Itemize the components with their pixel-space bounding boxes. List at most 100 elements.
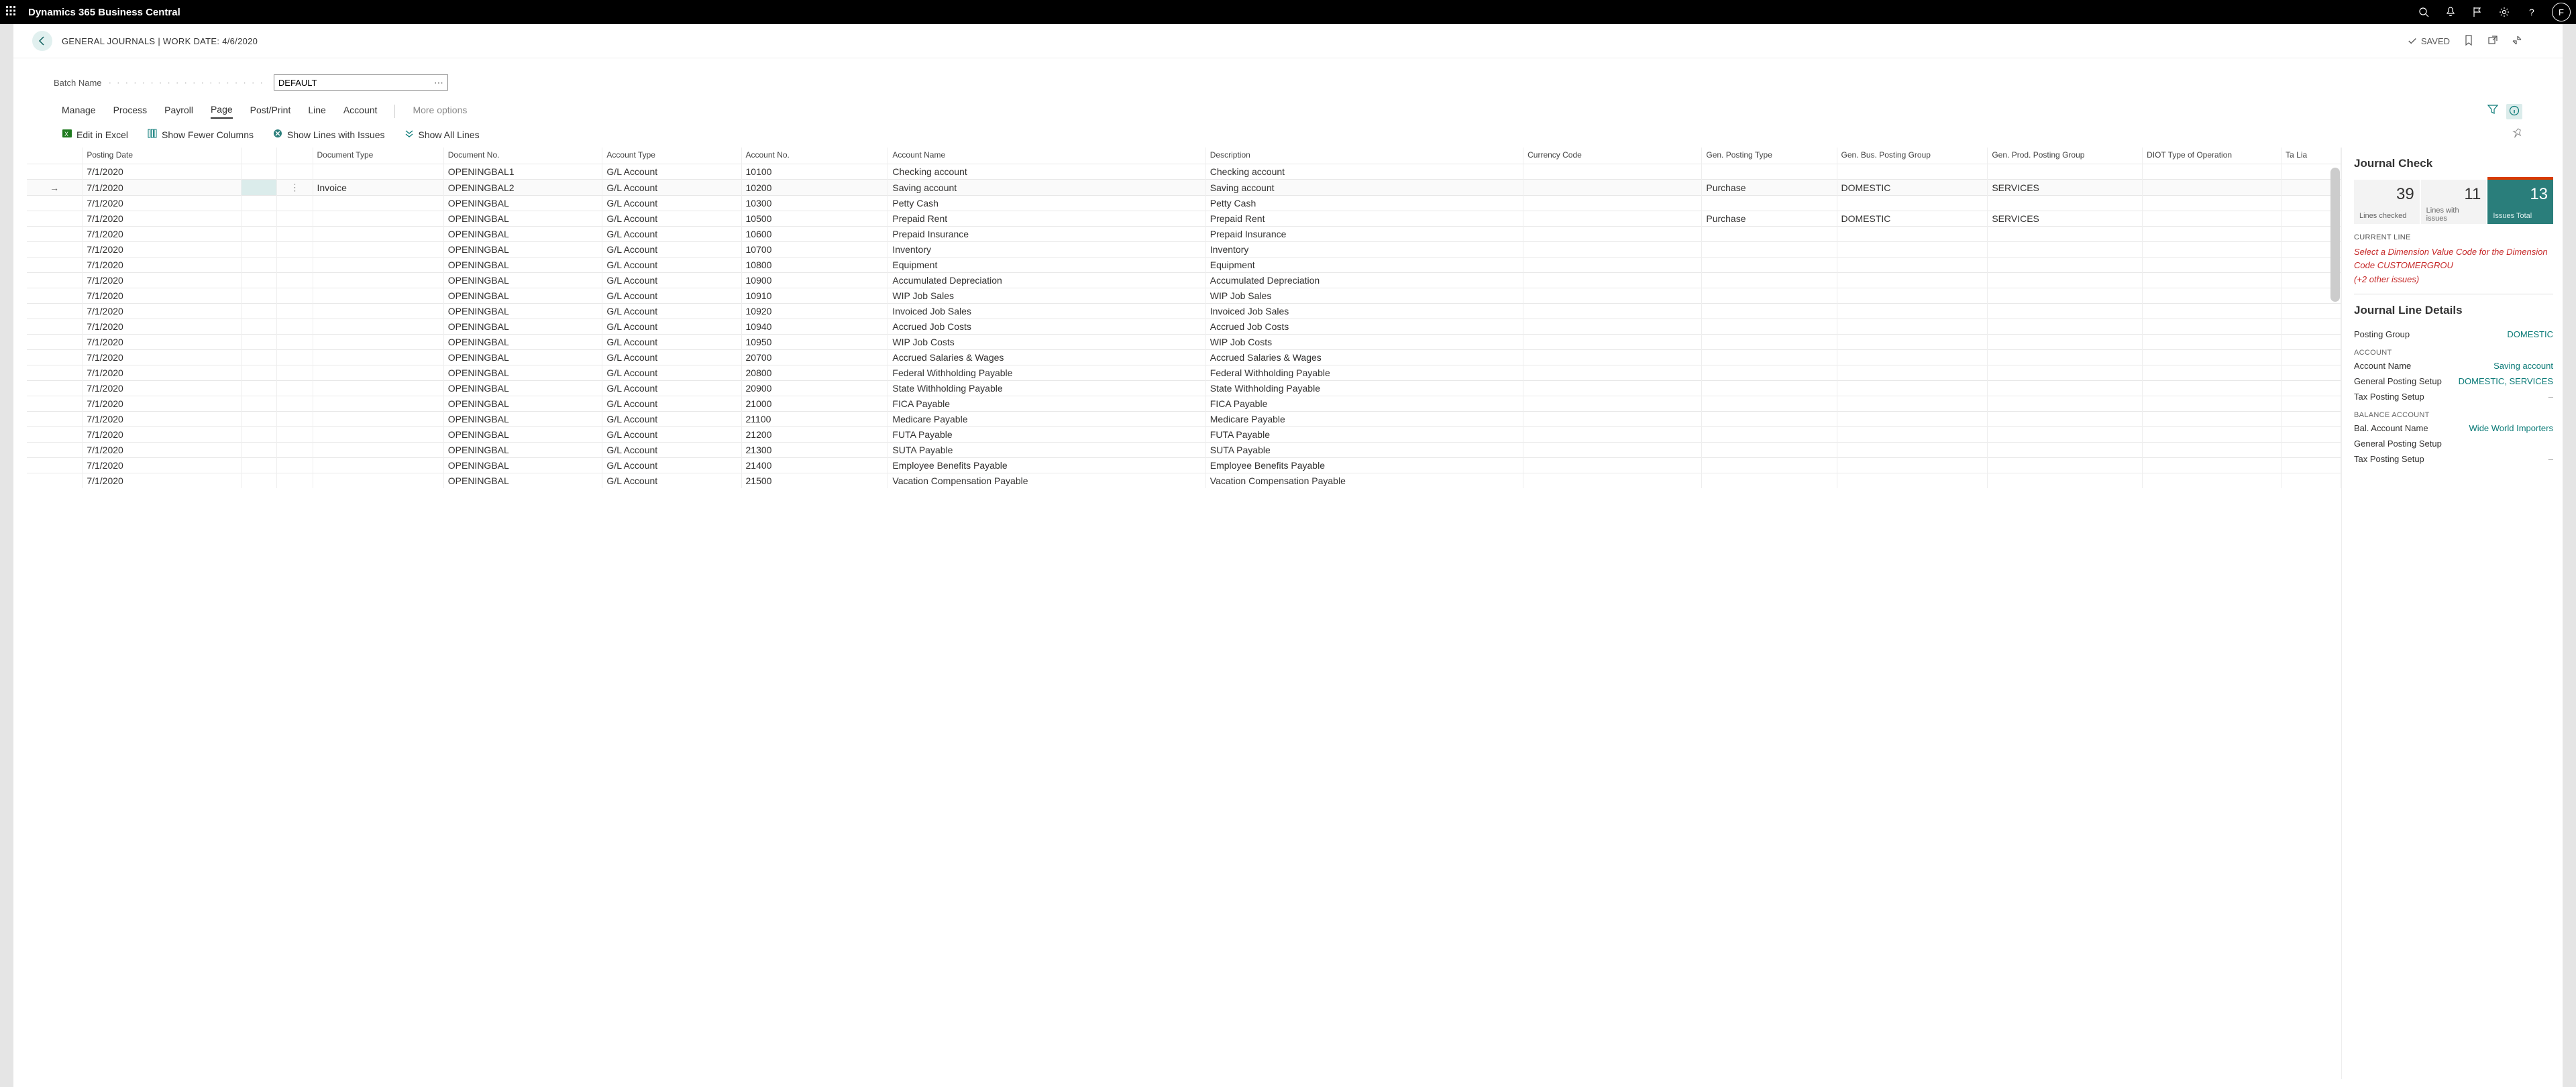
cell-gen-prod-posting-group[interactable] [1988, 350, 2143, 365]
cell-posting-date[interactable]: 7/1/2020 [83, 473, 241, 489]
col-description[interactable]: Description [1205, 148, 1523, 164]
cell-currency-code[interactable] [1523, 335, 1702, 350]
cell-currency-code[interactable] [1523, 288, 1702, 304]
cell-gen-bus-posting-group[interactable] [1837, 412, 1988, 427]
cell-description[interactable]: Prepaid Rent [1205, 211, 1523, 227]
cell-gen-posting-type[interactable] [1702, 396, 1837, 412]
col-account-type[interactable]: Account Type [602, 148, 741, 164]
tile-lines-checked[interactable]: 39 Lines checked [2354, 180, 2420, 224]
cell-gen-posting-type[interactable] [1702, 273, 1837, 288]
cell-description[interactable]: Federal Withholding Payable [1205, 365, 1523, 381]
cell-document-type[interactable] [313, 381, 443, 396]
cell-gen-prod-posting-group[interactable] [1988, 164, 2143, 180]
cell-account-type[interactable]: G/L Account [602, 473, 741, 489]
cell-account-type[interactable]: G/L Account [602, 258, 741, 273]
cell-account-no[interactable]: 20800 [741, 365, 888, 381]
cell-gen-bus-posting-group[interactable] [1837, 227, 1988, 242]
cell-document-no[interactable]: OPENINGBAL1 [443, 164, 602, 180]
cell-diot-type[interactable] [2143, 227, 2282, 242]
cell-gen-prod-posting-group[interactable] [1988, 396, 2143, 412]
kv-value[interactable]: Saving account [2493, 361, 2553, 371]
cell-gen-posting-type[interactable] [1702, 258, 1837, 273]
menu-process[interactable]: Process [113, 105, 148, 118]
cell-diot-type[interactable] [2143, 196, 2282, 211]
cell-account-name[interactable]: FUTA Payable [888, 427, 1205, 443]
avatar[interactable]: F [2552, 3, 2571, 21]
cell-document-no[interactable]: OPENINGBAL [443, 412, 602, 427]
cell-tax-liable[interactable] [2282, 335, 2341, 350]
cell-gen-prod-posting-group[interactable] [1988, 427, 2143, 443]
menu-account[interactable]: Account [343, 105, 378, 118]
cell-gen-bus-posting-group[interactable] [1837, 273, 1988, 288]
cell-tax-liable[interactable] [2282, 473, 2341, 489]
cell-diot-type[interactable] [2143, 396, 2282, 412]
cell-account-no[interactable]: 10700 [741, 242, 888, 258]
cell-account-type[interactable]: G/L Account [602, 227, 741, 242]
cell-diot-type[interactable] [2143, 180, 2282, 196]
cell-gen-bus-posting-group[interactable] [1837, 365, 1988, 381]
cell-diot-type[interactable] [2143, 164, 2282, 180]
cell-account-no[interactable]: 10800 [741, 258, 888, 273]
cell-diot-type[interactable] [2143, 273, 2282, 288]
cell-account-name[interactable]: WIP Job Costs [888, 335, 1205, 350]
cell-posting-date[interactable]: 7/1/2020 [83, 412, 241, 427]
cell-currency-code[interactable] [1523, 473, 1702, 489]
cell-account-name[interactable]: Accumulated Depreciation [888, 273, 1205, 288]
tile-issues-total[interactable]: 13 Issues Total [2487, 180, 2553, 224]
cell-account-no[interactable]: 10950 [741, 335, 888, 350]
cell-posting-date[interactable]: 7/1/2020 [83, 258, 241, 273]
cell-description[interactable]: SUTA Payable [1205, 443, 1523, 458]
cell-gen-prod-posting-group[interactable] [1988, 196, 2143, 211]
cell-diot-type[interactable] [2143, 211, 2282, 227]
col-document-type[interactable]: Document Type [313, 148, 443, 164]
cell-account-name[interactable]: Federal Withholding Payable [888, 365, 1205, 381]
table-row[interactable]: →7/1/2020⋮InvoiceOPENINGBAL2G/L Account1… [27, 180, 2341, 196]
col-currency-code[interactable]: Currency Code [1523, 148, 1702, 164]
col-tax-liable[interactable]: Ta Lia [2282, 148, 2341, 164]
cell-document-type[interactable] [313, 227, 443, 242]
cell-account-no[interactable]: 10900 [741, 273, 888, 288]
cell-description[interactable]: Medicare Payable [1205, 412, 1523, 427]
cell-account-type[interactable]: G/L Account [602, 164, 741, 180]
cell-gen-bus-posting-group[interactable]: DOMESTIC [1837, 180, 1988, 196]
cell-posting-date[interactable]: 7/1/2020 [83, 427, 241, 443]
cell-tax-liable[interactable] [2282, 350, 2341, 365]
cell-account-type[interactable]: G/L Account [602, 319, 741, 335]
bookmark-icon[interactable] [2463, 35, 2474, 48]
cell-account-type[interactable]: G/L Account [602, 304, 741, 319]
cell-document-type[interactable] [313, 273, 443, 288]
cell-account-name[interactable]: Prepaid Rent [888, 211, 1205, 227]
cell-account-no[interactable]: 20700 [741, 350, 888, 365]
cell-gen-bus-posting-group[interactable] [1837, 258, 1988, 273]
cell-document-no[interactable]: OPENINGBAL [443, 288, 602, 304]
cell-gen-prod-posting-group[interactable] [1988, 473, 2143, 489]
cell-account-name[interactable]: Saving account [888, 180, 1205, 196]
collapse-icon[interactable] [2512, 35, 2522, 48]
cell-posting-date[interactable]: 7/1/2020 [83, 273, 241, 288]
table-row[interactable]: 7/1/2020OPENINGBALG/L Account10300Petty … [27, 196, 2341, 211]
cell-currency-code[interactable] [1523, 427, 1702, 443]
cell-document-type[interactable] [313, 458, 443, 473]
table-row[interactable]: 7/1/2020OPENINGBALG/L Account10900Accumu… [27, 273, 2341, 288]
cell-document-type[interactable] [313, 196, 443, 211]
cell-gen-prod-posting-group[interactable] [1988, 273, 2143, 288]
col-posting-date[interactable]: Posting Date [83, 148, 241, 164]
kv-value[interactable]: Wide World Importers [2469, 423, 2553, 433]
menu-postprint[interactable]: Post/Print [250, 105, 291, 118]
cell-account-no[interactable]: 10200 [741, 180, 888, 196]
menu-line[interactable]: Line [308, 105, 325, 118]
menu-payroll[interactable]: Payroll [164, 105, 193, 118]
table-row[interactable]: 7/1/2020OPENINGBALG/L Account21300SUTA P… [27, 443, 2341, 458]
cell-description[interactable]: State Withholding Payable [1205, 381, 1523, 396]
filter-icon[interactable] [2487, 104, 2498, 119]
cell-account-name[interactable]: Prepaid Insurance [888, 227, 1205, 242]
cell-gen-bus-posting-group[interactable] [1837, 427, 1988, 443]
cell-posting-date[interactable]: 7/1/2020 [83, 365, 241, 381]
cell-account-no[interactable]: 21100 [741, 412, 888, 427]
cell-diot-type[interactable] [2143, 458, 2282, 473]
cell-tax-liable[interactable] [2282, 365, 2341, 381]
cell-account-type[interactable]: G/L Account [602, 381, 741, 396]
cell-account-type[interactable]: G/L Account [602, 288, 741, 304]
cell-account-no[interactable]: 21300 [741, 443, 888, 458]
cell-account-name[interactable]: WIP Job Sales [888, 288, 1205, 304]
